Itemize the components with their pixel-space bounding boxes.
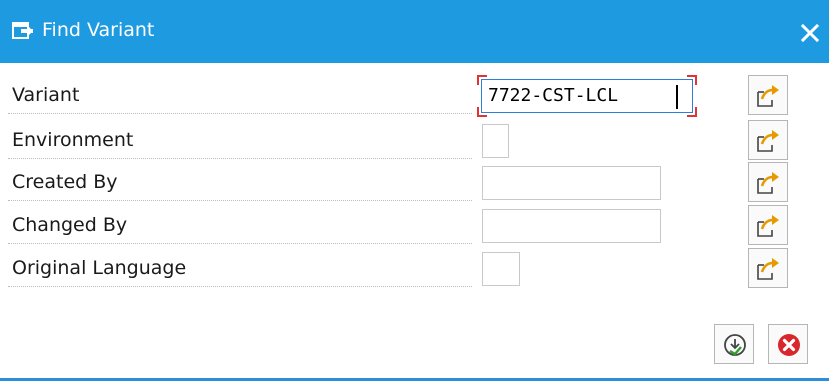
- created-by-label: Created By: [12, 171, 118, 193]
- created-by-input[interactable]: [482, 166, 661, 200]
- row-divider: [8, 286, 472, 287]
- cancel-button[interactable]: [768, 324, 808, 364]
- multiple-selection-icon: [757, 258, 779, 280]
- variant-input[interactable]: 7722-CST-LCL: [477, 75, 697, 117]
- original-language-input[interactable]: [482, 252, 520, 286]
- field-row-changed-by: Changed By: [0, 203, 829, 245]
- changed-by-input[interactable]: [482, 209, 661, 243]
- row-divider: [8, 113, 472, 114]
- row-divider: [8, 158, 472, 159]
- execute-button[interactable]: [714, 324, 754, 364]
- created-by-multiple-selection-button[interactable]: [748, 162, 788, 202]
- field-row-original-language: Original Language: [0, 246, 829, 288]
- row-divider: [8, 243, 472, 244]
- row-divider: [8, 200, 472, 201]
- changed-by-multiple-selection-button[interactable]: [748, 205, 788, 245]
- field-row-environment: Environment: [0, 118, 829, 160]
- find-dialog-icon: [12, 22, 33, 39]
- execute-icon: [724, 334, 746, 356]
- focus-corner: [477, 107, 487, 117]
- text-cursor: [676, 85, 678, 109]
- environment-label: Environment: [12, 129, 134, 151]
- focus-corner: [477, 75, 487, 85]
- multiple-selection-icon: [757, 215, 779, 237]
- field-row-variant: Variant 7722-CST-LCL: [0, 73, 829, 117]
- variant-multiple-selection-button[interactable]: [748, 75, 788, 115]
- variant-input-value: 7722-CST-LCL: [488, 85, 619, 106]
- original-language-label: Original Language: [12, 257, 187, 279]
- original-language-multiple-selection-button[interactable]: [748, 248, 788, 288]
- environment-input[interactable]: [482, 124, 509, 158]
- close-button[interactable]: [797, 20, 823, 46]
- multiple-selection-icon: [757, 172, 779, 194]
- changed-by-label: Changed By: [12, 214, 128, 236]
- multiple-selection-icon: [757, 130, 779, 152]
- field-row-created-by: Created By: [0, 160, 829, 202]
- focus-corner: [687, 107, 697, 117]
- focus-corner: [687, 75, 697, 85]
- variant-label: Variant: [12, 84, 80, 106]
- dialog-title: Find Variant: [42, 19, 155, 41]
- environment-multiple-selection-button[interactable]: [748, 120, 788, 160]
- cancel-icon: [778, 334, 800, 356]
- close-icon: [800, 23, 820, 43]
- title-bar: Find Variant: [0, 0, 829, 63]
- multiple-selection-icon: [757, 85, 779, 107]
